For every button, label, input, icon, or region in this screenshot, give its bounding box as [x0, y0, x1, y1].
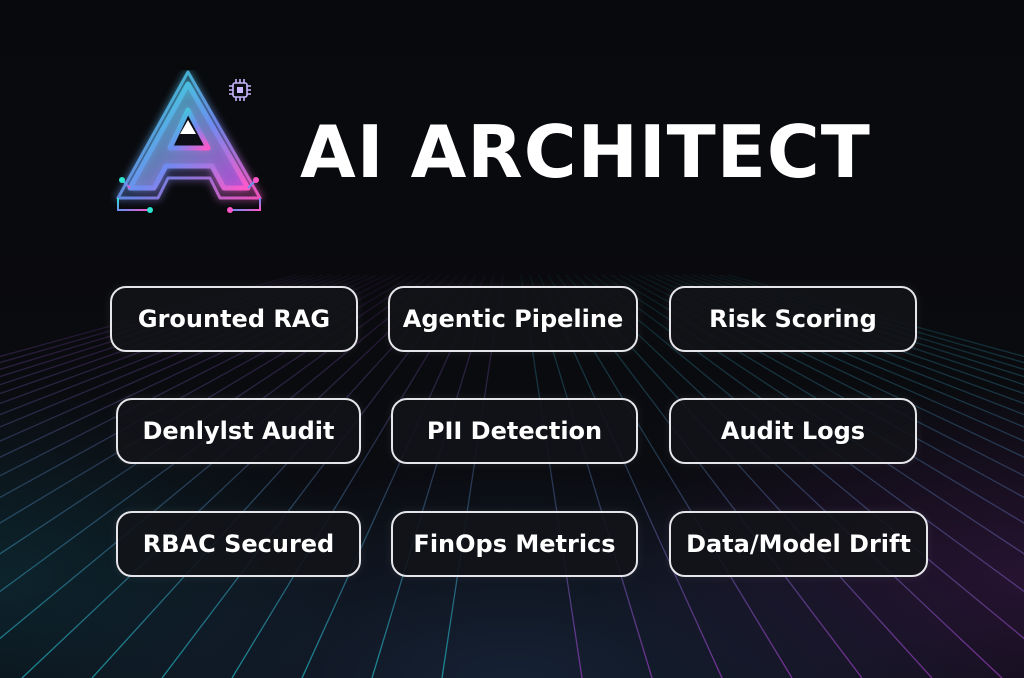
- letter-a-circuit-logo: [116, 70, 262, 213]
- chip-denylist-audit: Denlylst Audit: [116, 398, 361, 464]
- cpu-chip-icon: [229, 79, 251, 101]
- chip-agentic-pipeline: Agentic Pipeline: [388, 286, 638, 352]
- banner: AI ARCHITECT Grounted RAG Agentic Pipeli…: [0, 0, 1024, 678]
- chip-risk-scoring: Risk Scoring: [669, 286, 917, 352]
- page-title: AI ARCHITECT: [300, 110, 871, 194]
- chip-grounded-rag: Grounted RAG: [110, 286, 358, 352]
- chip-rbac-secured: RBAC Secured: [116, 511, 361, 577]
- chip-pii-detection: PII Detection: [391, 398, 638, 464]
- chip-finops-metrics: FinOps Metrics: [391, 511, 638, 577]
- chip-audit-logs: Audit Logs: [669, 398, 917, 464]
- chip-data-model-drift: Data/Model Drift: [669, 511, 928, 577]
